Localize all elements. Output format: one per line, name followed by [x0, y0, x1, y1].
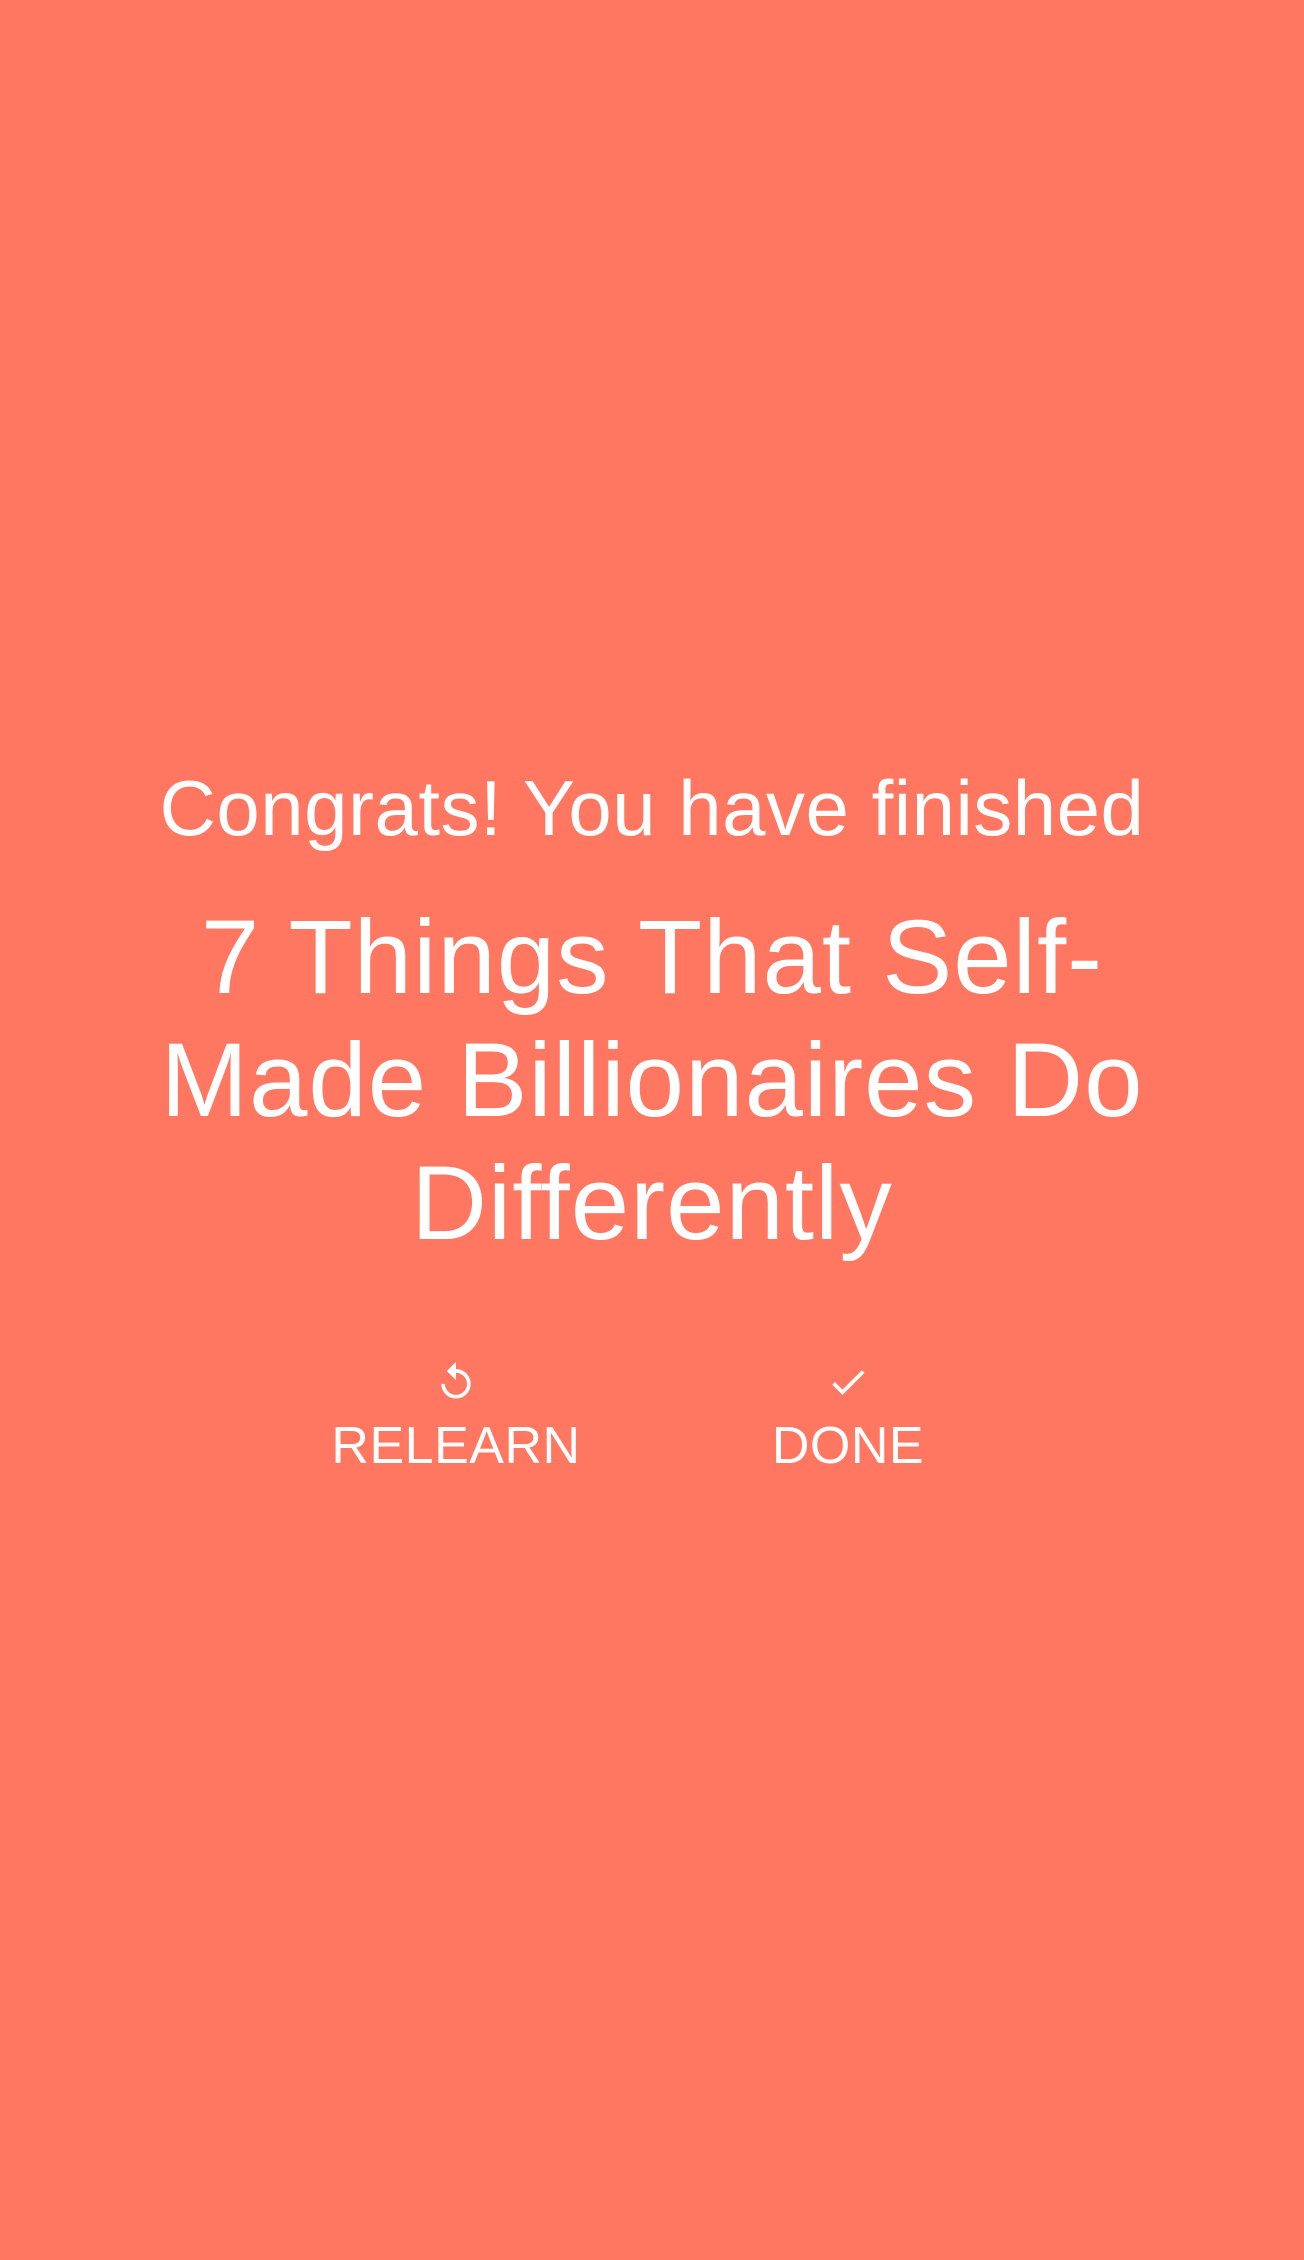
done-label: DONE [771, 1417, 925, 1475]
book-title: 7 Things That Self-Made Billionaires Do … [160, 899, 1144, 1262]
congrats-text: Congrats! You have finished [159, 764, 1145, 852]
done-button[interactable]: DONE [698, 1360, 998, 1480]
relearn-label: RELEARN [331, 1417, 581, 1475]
completion-message: Congrats! You have finished 7 Things Tha… [0, 760, 1304, 1265]
relearn-button[interactable]: RELEARN [306, 1360, 606, 1480]
completion-screen: Congrats! You have finished 7 Things Tha… [0, 0, 1304, 2260]
action-bar: RELEARN DONE [0, 1360, 1304, 1480]
check-icon [832, 1370, 865, 1395]
replay-icon [441, 1361, 471, 1399]
